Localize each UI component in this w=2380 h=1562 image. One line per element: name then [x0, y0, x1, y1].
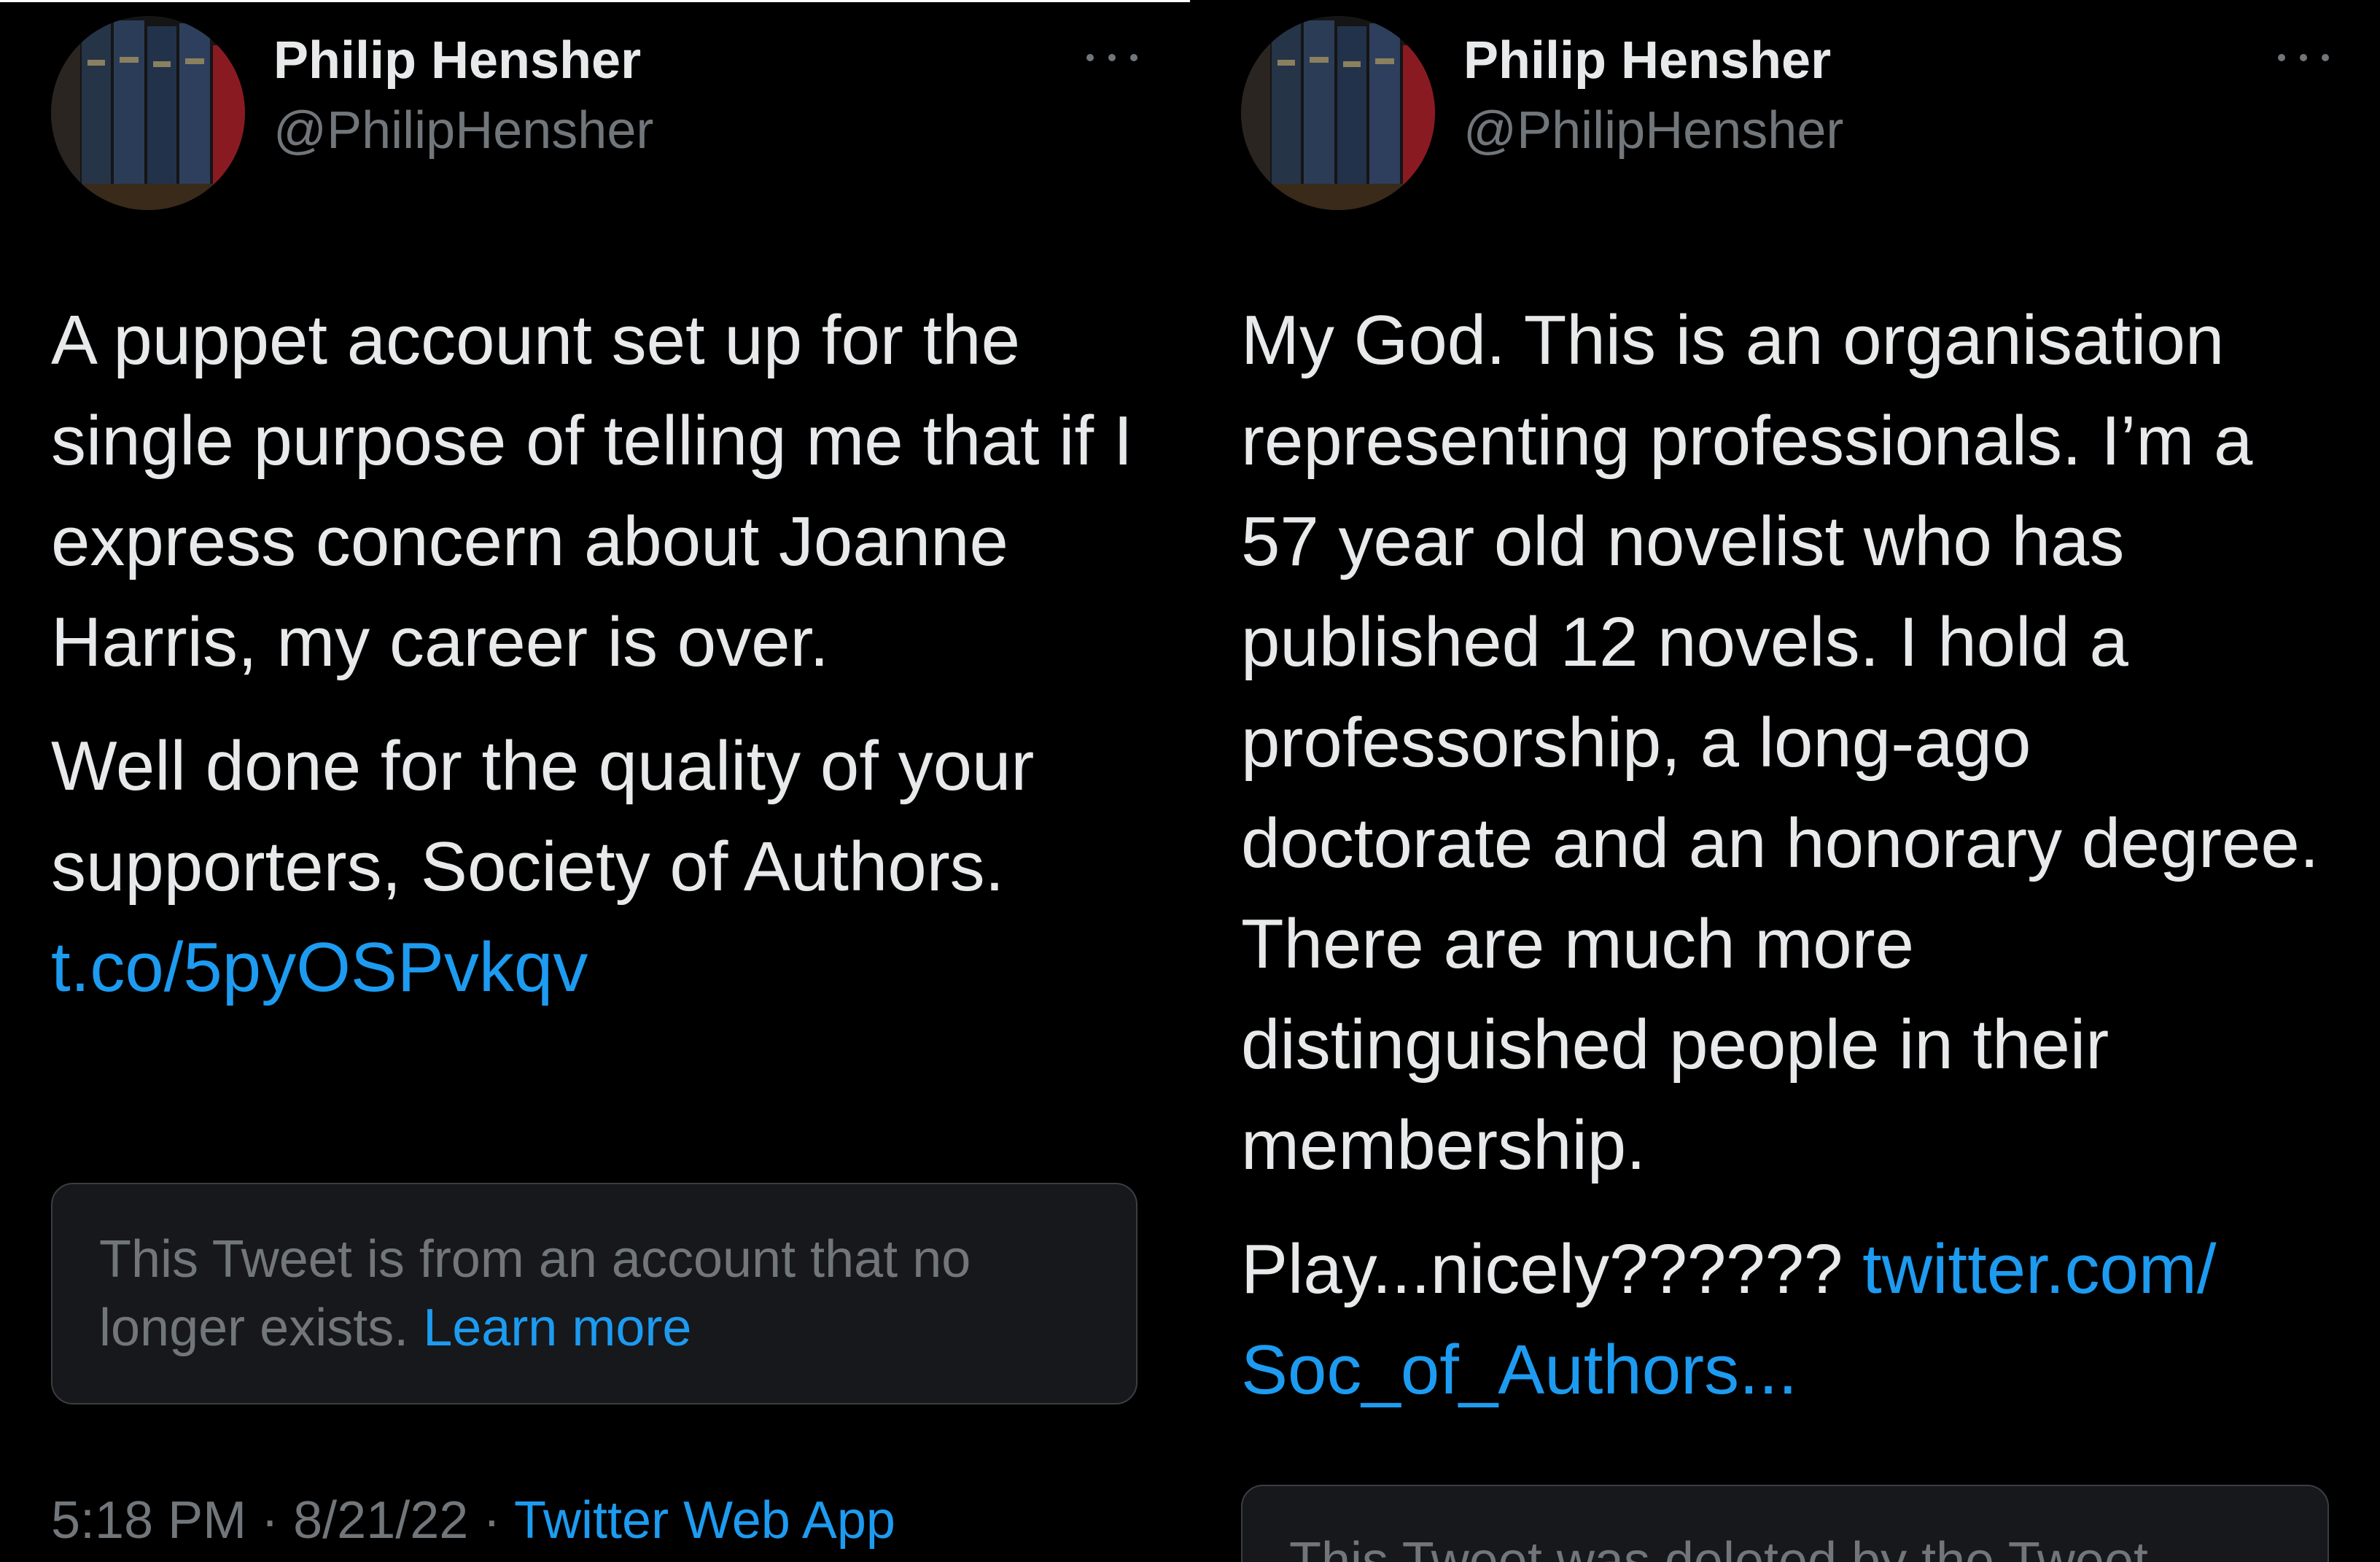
more-dot — [1086, 54, 1094, 61]
tweet-text: My God. This is an organisation represen… — [1241, 290, 2329, 1421]
more-horizontal-icon[interactable] — [2278, 47, 2329, 69]
author-handle[interactable]: @PhilipHensher — [1463, 101, 1843, 160]
tweet-paragraph: Well done for the quality of your suppor… — [51, 716, 1138, 1018]
avatar[interactable] — [1241, 16, 1435, 210]
tweet-link[interactable]: t.co/5pyOSPvkqv — [51, 928, 588, 1006]
quoted-notice-text: This Tweet was deleted by the Tweet — [1289, 1532, 2149, 1562]
tweet-paragraph-text: My God. This is an organisation represen… — [1241, 301, 2319, 1184]
bookshelf-avatar-image — [1241, 16, 1435, 210]
quoted-tweet-unavailable: This Tweet was deleted by the Tweet — [1241, 1485, 2329, 1562]
tweet-header: Philip Hensher @PhilipHensher — [1241, 0, 2329, 211]
avatar[interactable] — [51, 16, 245, 210]
author-name[interactable]: Philip Hensher — [1463, 31, 1831, 90]
tweet-paragraph: A puppet account set up for the single p… — [51, 290, 1138, 693]
quoted-tweet-unavailable: This Tweet is from an account that no lo… — [51, 1183, 1138, 1404]
more-horizontal-icon[interactable] — [1086, 47, 1138, 69]
tweet-meta: 5:18 PM · 8/21/22 · Twitter Web App — [51, 1489, 895, 1552]
tweet-card-right: Philip Hensher @PhilipHensher My God. Th… — [1241, 0, 2329, 1562]
tweet-paragraph: My God. This is an organisation represen… — [1241, 290, 2329, 1196]
tweet-paragraph: Play...nicely?????? twitter.com/ Soc_of_… — [1241, 1219, 2329, 1421]
learn-more-link[interactable]: Learn more — [423, 1299, 691, 1357]
author-name[interactable]: Philip Hensher — [273, 31, 641, 90]
tweet-paragraph-text: Well done for the quality of your suppor… — [51, 727, 1035, 906]
tweet-source[interactable]: Twitter Web App — [514, 1491, 895, 1550]
bookshelf-avatar-image — [51, 16, 245, 210]
tweet-paragraph-text: Play...nicely?????? — [1241, 1230, 1863, 1308]
more-dot — [2300, 54, 2307, 61]
tweet-time[interactable]: 5:18 PM — [51, 1491, 246, 1550]
tweet-text: A puppet account set up for the single p… — [51, 290, 1138, 1018]
more-dot — [1130, 54, 1138, 61]
meta-separator: · — [246, 1491, 294, 1550]
tweet-date[interactable]: 8/21/22 — [293, 1491, 468, 1550]
author-handle[interactable]: @PhilipHensher — [273, 101, 653, 160]
tweet-header: Philip Hensher @PhilipHensher — [51, 0, 1138, 211]
tweet-card-left: Philip Hensher @PhilipHensher A puppet a… — [51, 0, 1138, 1562]
more-dot — [2322, 54, 2329, 61]
meta-separator: · — [468, 1491, 515, 1550]
tweet-paragraph-text: A puppet account set up for the single p… — [51, 301, 1133, 681]
more-dot — [1108, 54, 1116, 61]
more-dot — [2278, 54, 2285, 61]
